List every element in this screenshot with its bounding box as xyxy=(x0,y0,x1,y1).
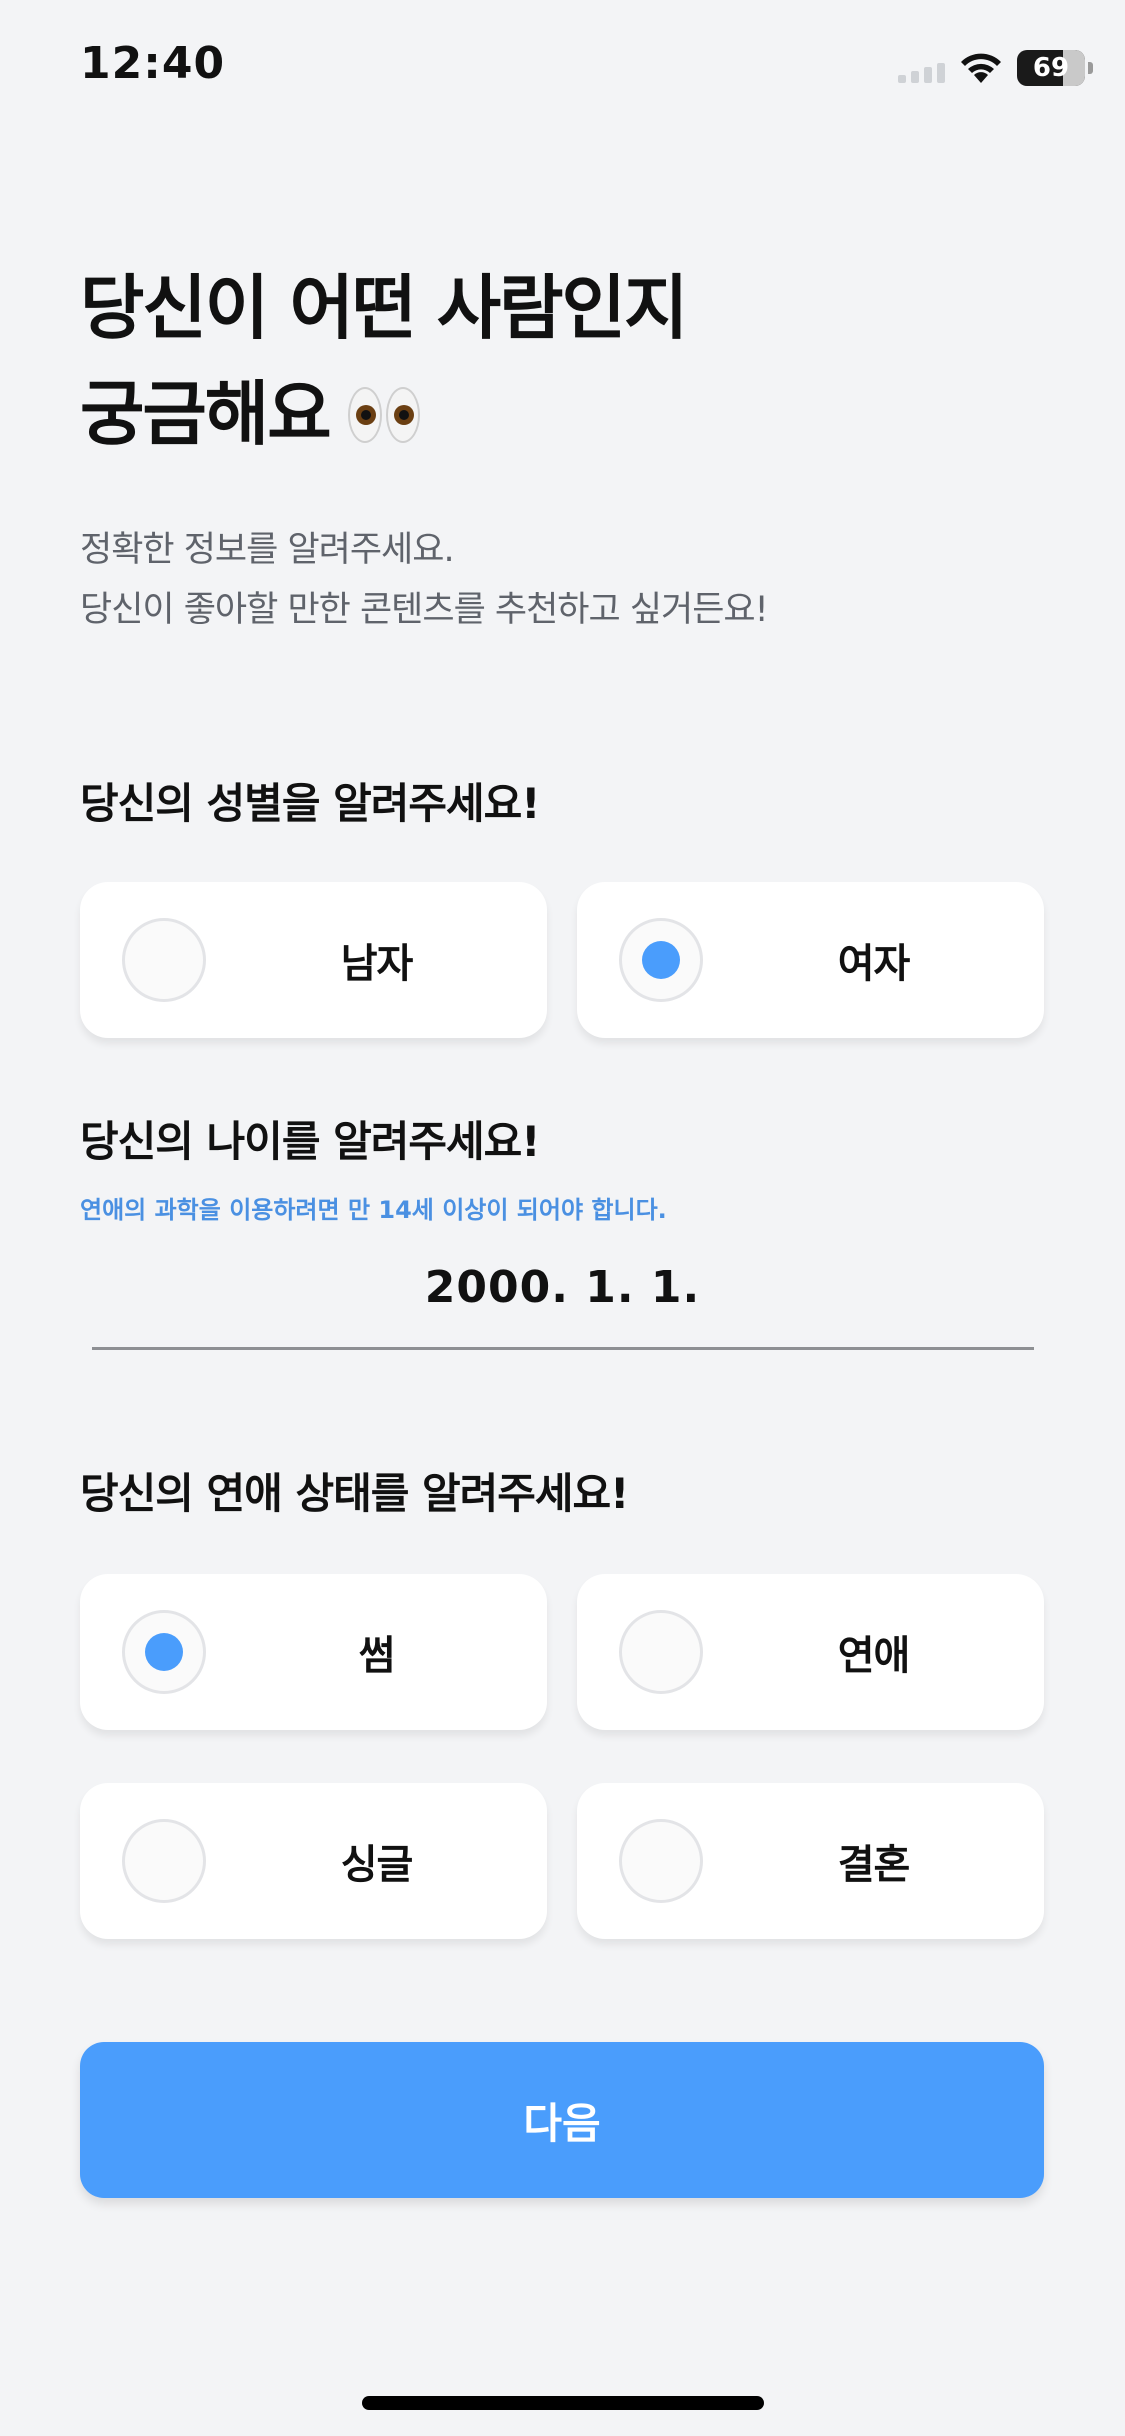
page-title: 당신이 어떤 사람인지 궁금해요 xyxy=(80,255,688,467)
status-time: 12:40 xyxy=(80,38,226,89)
option-label: 남자 xyxy=(340,941,414,987)
gender-option-female[interactable]: 여자 xyxy=(577,882,1044,1038)
page-subtitle: 정확한 정보를 알려주세요. 당신이 좋아할 만한 콘텐츠를 추천하고 싶거든요… xyxy=(80,520,769,640)
subtitle-line-1: 정확한 정보를 알려주세요. xyxy=(80,530,455,570)
subtitle-line-2: 당신이 좋아할 만한 콘텐츠를 추천하고 싶거든요! xyxy=(80,590,769,630)
home-indicator xyxy=(362,2396,764,2410)
radio-button-selected[interactable] xyxy=(619,918,703,1002)
birthdate-field[interactable]: 2000. 1. 1. xyxy=(0,1262,1125,1313)
radio-button[interactable] xyxy=(619,1610,703,1694)
relationship-option-dating[interactable]: 연애 xyxy=(577,1574,1044,1730)
relationship-label: 당신의 연애 상태를 알려주세요! xyxy=(80,1469,629,1518)
option-label: 여자 xyxy=(837,941,911,987)
option-label: 싱글 xyxy=(340,1842,414,1888)
birthdate-underline xyxy=(92,1347,1034,1350)
battery-level: 69 xyxy=(1032,53,1070,83)
next-button[interactable]: 다음 xyxy=(80,2042,1044,2198)
title-line-2: 궁금해요 xyxy=(80,373,332,455)
battery-icon: 69 xyxy=(1017,50,1093,86)
status-icons: 69 xyxy=(898,48,1093,88)
option-label: 결혼 xyxy=(837,1842,911,1888)
relationship-option-single[interactable]: 싱글 xyxy=(80,1783,547,1939)
relationship-option-some[interactable]: 썸 xyxy=(80,1574,547,1730)
radio-button-selected[interactable] xyxy=(122,1610,206,1694)
cellular-signal-icon xyxy=(898,53,945,83)
radio-button[interactable] xyxy=(122,1819,206,1903)
wifi-icon xyxy=(961,53,1001,83)
option-label: 연애 xyxy=(837,1633,911,1679)
profile-setup-screen: 12:40 69 당신이 어떤 사람인지 궁금해요 정확한 정보를 알려주세요.… xyxy=(0,0,1125,2436)
radio-button[interactable] xyxy=(122,918,206,1002)
gender-label: 당신의 성별을 알려주세요! xyxy=(80,779,540,828)
gender-option-male[interactable]: 남자 xyxy=(80,882,547,1038)
title-line-1: 당신이 어떤 사람인지 xyxy=(80,267,688,349)
radio-button[interactable] xyxy=(619,1819,703,1903)
age-requirement-note: 연애의 과학을 이용하려면 만 14세 이상이 되어야 합니다. xyxy=(80,1196,667,1224)
eyes-emoji-icon xyxy=(347,386,420,443)
relationship-option-married[interactable]: 결혼 xyxy=(577,1783,1044,1939)
age-label: 당신의 나이를 알려주세요! xyxy=(80,1117,540,1166)
option-label: 썸 xyxy=(358,1633,396,1679)
